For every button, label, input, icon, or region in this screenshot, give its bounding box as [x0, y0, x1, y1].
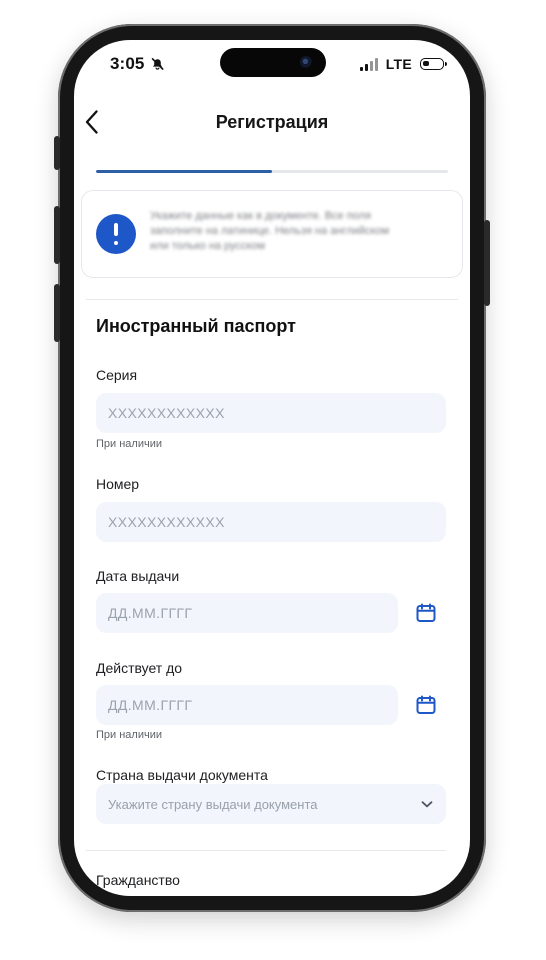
section-title: Иностранный паспорт [96, 316, 296, 336]
number-label: Номер [96, 476, 140, 492]
number-input[interactable]: XXXXXXXXXXXX [96, 502, 446, 542]
calendar-icon [416, 603, 436, 622]
signal-icon [359, 57, 378, 71]
status-time: 3:05 [110, 54, 145, 73]
phone-side-button-volume-up [54, 206, 60, 264]
series-input-placeholder: XXXXXXXXXXXX [108, 405, 225, 421]
header: Регистрация [74, 102, 470, 146]
phone-power-button [484, 220, 490, 306]
progress-bar-fill [96, 170, 272, 173]
chevron-down-icon [421, 801, 433, 808]
issue-date-input[interactable]: ДД.ММ.ГГГГ [96, 593, 398, 633]
country-select-placeholder: Укажите страну выдачи документа [108, 796, 318, 812]
citizenship-label: Гражданство [96, 872, 180, 888]
section-divider-top [86, 299, 458, 300]
battery-level [423, 61, 429, 66]
exclamation-icon [96, 214, 136, 254]
status-right: LTE [359, 56, 447, 72]
valid-until-input[interactable]: ДД.ММ.ГГГГ [96, 685, 398, 725]
country-label: Страна выдачи документа [96, 767, 268, 783]
network-label: LTE [385, 56, 412, 72]
series-input[interactable]: XXXXXXXXXXXX [96, 393, 446, 433]
bell-slash-icon [150, 57, 165, 72]
time-group: 3:05 [110, 54, 165, 74]
progress-bar [96, 170, 448, 173]
notice-text: Укажите данные как в документе. Все поля… [150, 210, 390, 252]
valid-until-label: Действует до [96, 660, 183, 676]
screen: 3:05 LTE Регистрация Укажите данные как … [74, 40, 470, 896]
status-bar: 3:05 LTE [74, 40, 470, 88]
country-select[interactable]: Укажите страну выдачи документа [96, 784, 446, 824]
phone-side-button-top [54, 136, 60, 170]
info-notice-card: Укажите данные как в документе. Все поля… [81, 190, 463, 278]
battery-icon [420, 58, 447, 70]
series-hint: При наличии [96, 438, 162, 450]
alert-mark [114, 223, 118, 245]
phone-side-button-volume-down [54, 284, 60, 342]
series-label: Серия [96, 367, 138, 383]
valid-until-calendar-button[interactable] [412, 691, 440, 719]
number-input-placeholder: XXXXXXXXXXXX [108, 514, 225, 530]
page-title: Регистрация [215, 112, 329, 132]
issue-date-placeholder: ДД.ММ.ГГГГ [108, 605, 193, 621]
valid-until-placeholder: ДД.ММ.ГГГГ [108, 697, 193, 713]
issue-date-calendar-button[interactable] [412, 599, 440, 627]
valid-until-hint: При наличии [96, 729, 162, 741]
section-divider-bottom [86, 850, 446, 851]
issue-date-label: Дата выдачи [96, 568, 180, 584]
phone-frame: 3:05 LTE Регистрация Укажите данные как … [54, 24, 490, 912]
calendar-icon [416, 695, 436, 714]
